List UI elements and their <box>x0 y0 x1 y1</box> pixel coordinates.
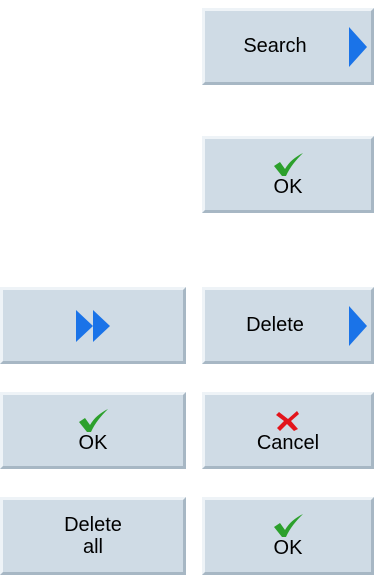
checkmark-icon <box>274 152 303 176</box>
ok-button-label: OK <box>78 431 108 454</box>
delete-all-button[interactable]: Delete all <box>0 497 186 575</box>
checkmark-icon <box>274 514 303 537</box>
checkmark-icon <box>79 408 108 432</box>
arrow-right-icon <box>349 26 367 67</box>
delete-all-label-line2: all <box>82 536 103 558</box>
delete-all-label-line1: Delete <box>64 514 122 536</box>
ok-button[interactable]: OK <box>202 497 374 575</box>
cancel-button-label: Cancel <box>256 431 320 454</box>
double-arrow-right-icon <box>76 309 110 342</box>
search-button[interactable]: Search <box>202 8 374 85</box>
arrow-right-icon <box>349 305 367 346</box>
cross-icon <box>276 410 299 431</box>
cancel-button[interactable]: Cancel <box>202 392 374 469</box>
ok-button[interactable]: OK <box>0 392 186 469</box>
forward-button[interactable] <box>0 287 186 364</box>
ok-button[interactable]: OK <box>202 136 374 213</box>
delete-button[interactable]: Delete <box>202 287 374 364</box>
ok-button-label: OK <box>273 537 303 559</box>
ok-button-label: OK <box>273 175 303 198</box>
delete-button-label: Delete <box>246 314 304 336</box>
search-button-label: Search <box>243 35 307 57</box>
